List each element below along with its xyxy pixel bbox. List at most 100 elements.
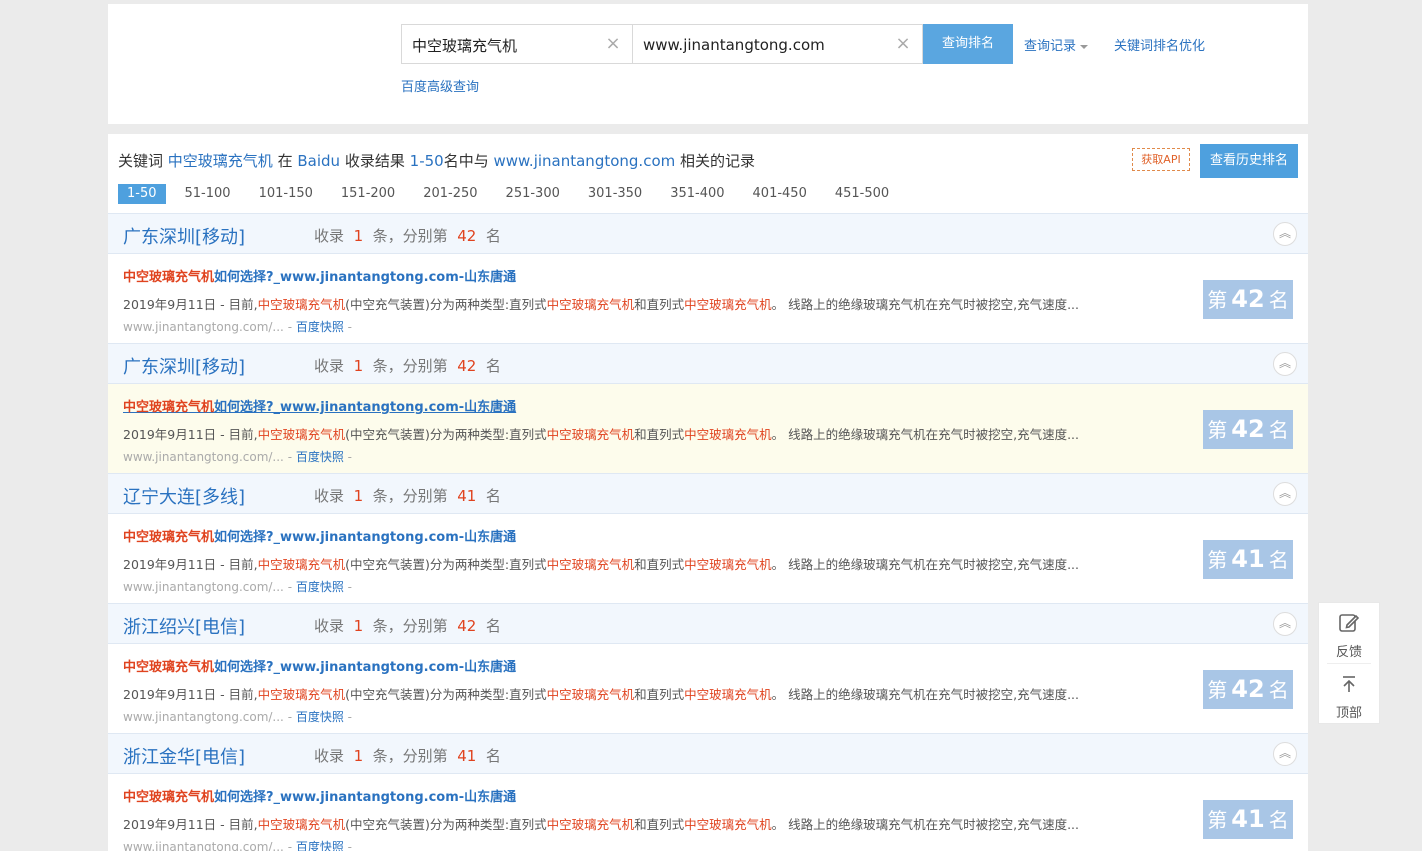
desc-text: 和直列式 [634,557,685,572]
summary-site: www.jinantangtong.com [493,152,676,170]
count-suffix: 名 [485,617,501,635]
url-text: www.jinantangtong.com/... [123,320,284,334]
result-title-link[interactable]: 中空玻璃充气机如何选择?_www.jinantangtong.com-山东唐通 [123,396,516,415]
view-history-rank-button[interactable]: 查看历史排名 [1200,144,1298,178]
desc-text: 。 线路上的绝缘玻璃充气机在充气时被挖空,充气速度... [771,427,1080,442]
floating-toolbar: 反馈 顶部 [1318,602,1380,724]
result-item: 中空玻璃充气机如何选择?_www.jinantangtong.com-山东唐通 … [108,514,1308,603]
get-api-button[interactable]: 获取API [1132,148,1190,171]
snapshot-link[interactable]: 百度快照 [296,840,344,851]
rank-value: 42 [457,617,477,635]
region-header: 广东深圳[移动] 收录 1 条，分别第 42 名 ︽ [108,343,1308,384]
region-count: 收录 1 条，分别第 42 名 [314,355,501,376]
title-keyword: 中空玻璃充气机 [123,400,215,415]
site-field[interactable]: × [632,24,923,64]
chevron-up-icon[interactable]: ︽ [1273,352,1297,376]
feedback-button[interactable]: 反馈 [1319,603,1379,663]
desc-date: 2019年9月11日 - 目前, [123,427,258,442]
query-history-dropdown[interactable]: 查询记录 [1024,35,1089,54]
top-label: 顶部 [1335,706,1362,721]
keyword-optimize-link[interactable]: 关键词排名优化 [1114,35,1205,54]
desc-keyword: 中空玻璃充气机 [546,817,635,832]
result-description: 2019年9月11日 - 目前,中空玻璃充气机(中空充气装置)分为两种类型:直列… [123,814,1079,833]
region-group: 辽宁大连[多线] 收录 1 条，分别第 41 名 ︽ 中空玻璃充气机如何选择?_… [108,473,1308,603]
query-rank-button[interactable]: 查询排名 [923,24,1013,64]
chevron-up-icon[interactable]: ︽ [1273,482,1297,506]
site-input[interactable] [643,34,883,56]
desc-keyword: 中空玻璃充气机 [257,297,346,312]
desc-keyword: 中空玻璃充气机 [257,557,346,572]
arrow-up-icon [1343,676,1355,692]
region-header: 浙江金华[电信] 收录 1 条，分别第 41 名 ︽ [108,733,1308,774]
title-text: 如何选择?_www.jinantangtong.com-山东唐通 [214,660,517,675]
page-tab-351-400[interactable]: 351-400 [661,184,733,204]
count-value: 1 [353,617,364,635]
result-url: www.jinantangtong.com/... - 百度快照 - [123,320,353,334]
rank-suffix: 名 [1268,418,1289,442]
keyword-field[interactable]: × [401,24,633,64]
desc-keyword: 中空玻璃充气机 [684,817,772,832]
baidu-advanced-link[interactable]: 百度高级查询 [401,76,479,95]
snapshot-link[interactable]: 百度快照 [296,710,344,724]
desc-text: 和直列式 [634,297,685,312]
desc-text: 和直列式 [634,817,685,832]
result-description: 2019年9月11日 - 目前,中空玻璃充气机(中空充气装置)分为两种类型:直列… [123,554,1079,573]
back-to-top-button[interactable]: 顶部 [1319,664,1379,724]
chevron-up-icon[interactable]: ︽ [1273,222,1297,246]
title-keyword: 中空玻璃充气机 [123,660,215,675]
snapshot-link[interactable]: 百度快照 [296,450,344,464]
clear-site-icon[interactable]: × [894,34,912,54]
snapshot-link[interactable]: 百度快照 [296,580,344,594]
page-tab-301-350[interactable]: 301-350 [579,184,651,204]
result-description: 2019年9月11日 - 目前,中空玻璃充气机(中空充气装置)分为两种类型:直列… [123,294,1079,313]
desc-date: 2019年9月11日 - 目前, [123,817,258,832]
region-group: 广东深圳[移动] 收录 1 条，分别第 42 名 ︽ 中空玻璃充气机如何选择?_… [108,343,1308,473]
result-title-link[interactable]: 中空玻璃充气机如何选择?_www.jinantangtong.com-山东唐通 [123,526,516,545]
query-history-label: 查询记录 [1024,39,1077,54]
result-title-link[interactable]: 中空玻璃充气机如何选择?_www.jinantangtong.com-山东唐通 [123,786,516,805]
desc-keyword: 中空玻璃充气机 [684,557,772,572]
page-tab-151-200[interactable]: 151-200 [332,184,404,204]
rank-number: 41 [1231,805,1265,833]
count-prefix: 收录 [314,487,345,505]
result-title-link[interactable]: 中空玻璃充气机如何选择?_www.jinantangtong.com-山东唐通 [123,266,516,285]
title-text: 如何选择?_www.jinantangtong.com-山东唐通 [214,790,517,805]
rank-value: 42 [457,357,477,375]
result-description: 2019年9月11日 - 目前,中空玻璃充气机(中空充气装置)分为两种类型:直列… [123,424,1079,443]
clear-keyword-icon[interactable]: × [604,34,622,54]
page-tab-1-50[interactable]: 1-50 [118,184,166,204]
page-tab-251-300[interactable]: 251-300 [497,184,569,204]
region-group: 浙江绍兴[电信] 收录 1 条，分别第 42 名 ︽ 中空玻璃充气机如何选择?_… [108,603,1308,733]
page-tab-201-250[interactable]: 201-250 [414,184,486,204]
title-text: 如何选择?_www.jinantangtong.com-山东唐通 [214,400,517,415]
rank-number: 42 [1231,675,1265,703]
page-tab-451-500[interactable]: 451-500 [826,184,898,204]
region-header: 广东深圳[移动] 收录 1 条，分别第 42 名 ︽ [108,213,1308,254]
count-prefix: 收录 [314,227,345,245]
desc-keyword: 中空玻璃充气机 [257,427,346,442]
url-text: www.jinantangtong.com/... [123,840,284,851]
count-value: 1 [353,747,364,765]
summary-range-suffix: 名中与 [443,152,489,170]
count-suffix: 名 [485,487,501,505]
results-panel: 关键词 中空玻璃充气机 在 Baidu 收录结果 1-50名中与 www.jin… [108,134,1308,851]
title-keyword: 中空玻璃充气机 [123,530,215,545]
title-text: 如何选择?_www.jinantangtong.com-山东唐通 [214,530,517,545]
keyword-input[interactable] [412,34,592,56]
page-tab-401-450[interactable]: 401-450 [744,184,816,204]
chevron-up-icon[interactable]: ︽ [1273,612,1297,636]
rank-prefix: 第 [1207,288,1228,312]
chevron-up-icon[interactable]: ︽ [1273,742,1297,766]
desc-text: (中空充气装置)分为两种类型:直列式 [345,297,547,312]
page-tab-101-150[interactable]: 101-150 [250,184,322,204]
desc-keyword: 中空玻璃充气机 [546,297,635,312]
region-count: 收录 1 条，分别第 41 名 [314,745,501,766]
page-tab-51-100[interactable]: 51-100 [176,184,240,204]
snapshot-link[interactable]: 百度快照 [296,320,344,334]
desc-text: 。 线路上的绝缘玻璃充气机在充气时被挖空,充气速度... [771,817,1080,832]
rank-value: 41 [457,487,477,505]
region-count: 收录 1 条，分别第 42 名 [314,225,501,246]
rank-value: 42 [457,227,477,245]
result-title-link[interactable]: 中空玻璃充气机如何选择?_www.jinantangtong.com-山东唐通 [123,656,516,675]
desc-keyword: 中空玻璃充气机 [546,557,635,572]
